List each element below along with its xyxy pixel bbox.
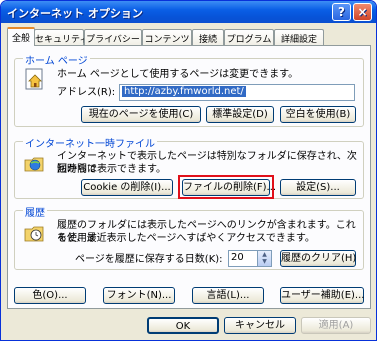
languages-button[interactable]: 言語(L)...	[192, 287, 264, 304]
temp-files-group-title: インターネット一時ファイル	[23, 135, 157, 150]
use-blank-button[interactable]: 空白を使用(B)	[280, 106, 356, 123]
use-current-button[interactable]: 現在のページを使用(C)	[81, 106, 201, 123]
tab-general[interactable]: 全般	[7, 27, 35, 46]
close-icon: ×	[357, 5, 368, 19]
tab-label: コンテンツ	[144, 35, 190, 45]
general-tab-panel: ホーム ページ ホーム ページとして使用するページは変更できます。 アドレス(R…	[7, 45, 371, 309]
delete-cookies-button[interactable]: Cookie の削除(I)...	[81, 179, 173, 196]
temp-files-icon	[23, 151, 47, 175]
homepage-group-title: ホーム ページ	[23, 52, 90, 67]
history-description-line2: ると、最近表示したページへすばやくアクセスできます。	[57, 233, 315, 244]
colors-button[interactable]: 色(O)...	[14, 287, 86, 304]
history-days-label: ページを履歴に保存する日数(K):	[75, 254, 223, 265]
tab-label: プライバシー	[86, 35, 140, 45]
title-bar[interactable]: インターネット オプション ? ×	[1, 1, 376, 23]
use-default-button[interactable]: 標準設定(D)	[206, 106, 274, 123]
apply-button[interactable]: 適用(A)	[301, 317, 371, 334]
window-title: インターネット オプション	[7, 7, 143, 20]
tab-label: プログラム	[226, 35, 272, 45]
delete-files-button[interactable]: ファイルの削除(F)...	[182, 179, 276, 196]
temp-files-settings-button[interactable]: 設定(S)...	[280, 179, 356, 196]
address-input[interactable]: http://azby.fmworld.net/	[119, 84, 355, 101]
history-days-value: 20	[231, 252, 244, 263]
history-group: 履歴 履歴のフォルダには表示したページへのリンクが含まれます。これを使用す ると…	[14, 204, 364, 270]
help-icon: ?	[338, 5, 345, 19]
tab-label: 詳細設定	[280, 35, 317, 45]
tab-label: 接続	[198, 35, 217, 45]
ok-button[interactable]: OK	[147, 317, 219, 334]
home-page-icon	[23, 67, 47, 91]
history-icon	[23, 221, 47, 245]
history-days-spinbox[interactable]: 20 ▲ ▼	[228, 250, 272, 267]
tab-label: 全般	[11, 34, 30, 44]
tab-security[interactable]: セキュリティ	[34, 29, 88, 45]
accessibility-button[interactable]: ユーザー補助(E)...	[280, 287, 364, 304]
history-group-title: 履歴	[23, 204, 47, 219]
temp-files-group: インターネット一時ファイル インターネットで表示したページは特別なフォルダに保存…	[14, 135, 364, 199]
close-button[interactable]: ×	[353, 3, 372, 21]
homepage-group: ホーム ページ ホーム ページとして使用するページは変更できます。 アドレス(R…	[14, 52, 364, 127]
clear-history-button[interactable]: 履歴のクリア(H)	[280, 250, 356, 267]
tab-connections[interactable]: 接続	[192, 29, 224, 45]
tab-content[interactable]: コンテンツ	[142, 29, 192, 45]
tab-privacy[interactable]: プライバシー	[84, 29, 142, 45]
spinner-arrows-icon[interactable]: ▲ ▼	[257, 251, 271, 266]
help-button[interactable]: ?	[332, 3, 351, 21]
tab-programs[interactable]: プログラム	[224, 29, 274, 45]
temp-files-description-line2: 短時間で表示できます。	[57, 164, 166, 175]
address-value: http://azby.fmworld.net/	[122, 86, 246, 97]
internet-options-dialog: インターネット オプション ? × 全般 セキュリティ プライバシー コンテンツ…	[0, 0, 377, 341]
cancel-button[interactable]: キャンセル	[224, 317, 296, 334]
homepage-description: ホーム ページとして使用するページは変更できます。	[57, 69, 299, 80]
address-label: アドレス(R):	[57, 87, 116, 98]
tab-label: セキュリティ	[35, 35, 89, 45]
tab-advanced[interactable]: 詳細設定	[274, 29, 324, 45]
fonts-button[interactable]: フォント(N)...	[103, 287, 175, 304]
